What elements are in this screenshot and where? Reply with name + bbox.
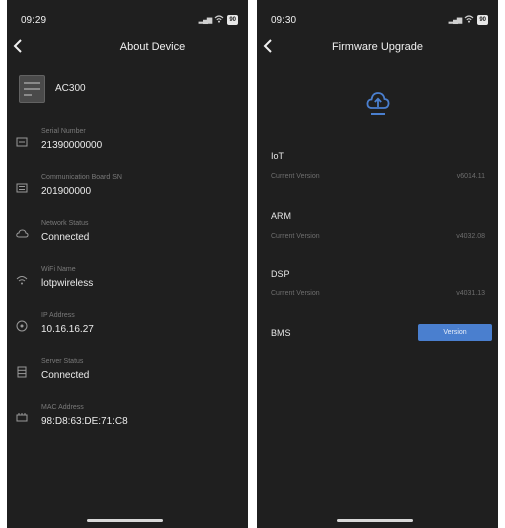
module-dsp-label: Current Version (271, 290, 320, 297)
page-title: Firmware Upgrade (331, 41, 424, 53)
status-time: 09:29 (21, 15, 47, 26)
battery-icon: 90 (477, 15, 488, 25)
status-time: 09:30 (271, 15, 297, 26)
info-mac-address: MAC Address 98:D8:63:DE:71:C8 (15, 403, 240, 437)
info-server-status: Server Status Connected (15, 357, 240, 391)
status-bar: 09:30 ▂▄▆ 90 (271, 15, 488, 29)
info-value: 21390000000 (41, 140, 103, 151)
module-arm-version: v4032.08 (456, 233, 485, 240)
info-network-status: Network Status Connected (15, 219, 240, 253)
info-value: Connected (41, 370, 90, 381)
info-value: 10.16.16.27 (41, 324, 94, 335)
server-icon (15, 366, 29, 380)
cloud-icon (15, 228, 29, 242)
ip-address-icon (15, 320, 29, 334)
board-icon (15, 182, 29, 196)
device-header: AC300 (19, 75, 236, 103)
info-value: Connected (41, 232, 90, 243)
info-value: 98:D8:63:DE:71:C8 (41, 416, 128, 427)
module-iot-label: Current Version (271, 173, 320, 180)
module-iot-title: IoT (271, 151, 285, 161)
nav-bar: About Device (7, 38, 248, 58)
status-icons: ▂▄▆ 90 (449, 15, 488, 25)
status-bar: 09:29 ▂▄▆ 90 (21, 15, 238, 29)
wifi-icon (464, 15, 474, 25)
wifi-icon (15, 274, 29, 288)
module-bms-title: BMS (271, 328, 291, 338)
nav-bar: Firmware Upgrade (257, 38, 498, 58)
bms-version-button[interactable]: Version (418, 324, 492, 341)
module-arm-label: Current Version (271, 233, 320, 240)
wifi-icon (214, 15, 224, 25)
info-wifi-name: WiFi Name lotpwireless (15, 265, 240, 299)
cloud-upload-icon (366, 92, 390, 109)
home-indicator[interactable] (87, 519, 163, 522)
module-dsp-title: DSP (271, 269, 290, 279)
signal-icon: ▂▄▆ (448, 17, 463, 24)
module-arm-title: ARM (271, 211, 291, 221)
info-value: 201900000 (41, 186, 92, 197)
info-communication-board-sn: Communication Board SN 201900000 (15, 173, 240, 207)
info-label: IP Address (41, 312, 75, 319)
info-label: Communication Board SN (41, 174, 122, 181)
info-label: WiFi Name (41, 266, 76, 273)
info-value: lotpwireless (41, 278, 94, 289)
info-label: Network Status (41, 220, 89, 227)
info-label: Server Status (41, 358, 84, 365)
info-label: MAC Address (41, 404, 84, 411)
info-label: Serial Number (41, 128, 86, 135)
cloud-underline (371, 113, 385, 115)
module-iot-version: v6014.11 (456, 173, 485, 180)
about-device-screen: 09:29 ▂▄▆ 90 About Device AC300 Serial N… (7, 0, 248, 528)
battery-icon: 90 (227, 15, 238, 25)
signal-icon: ▂▄▆ (198, 17, 213, 24)
status-icons: ▂▄▆ 90 (199, 15, 238, 25)
home-indicator[interactable] (337, 519, 413, 522)
module-dsp-version: v4031.13 (456, 290, 485, 297)
info-ip-address: IP Address 10.16.16.27 (15, 311, 240, 345)
page-title: About Device (119, 41, 186, 53)
serial-number-icon (15, 136, 29, 150)
device-name: AC300 (55, 83, 86, 94)
device-image (19, 75, 45, 103)
firmware-upgrade-screen: 09:30 ▂▄▆ 90 Firmware Upgrade IoT Curren… (257, 0, 498, 528)
info-serial-number: Serial Number 21390000000 (15, 127, 240, 161)
mac-address-icon (15, 412, 29, 426)
